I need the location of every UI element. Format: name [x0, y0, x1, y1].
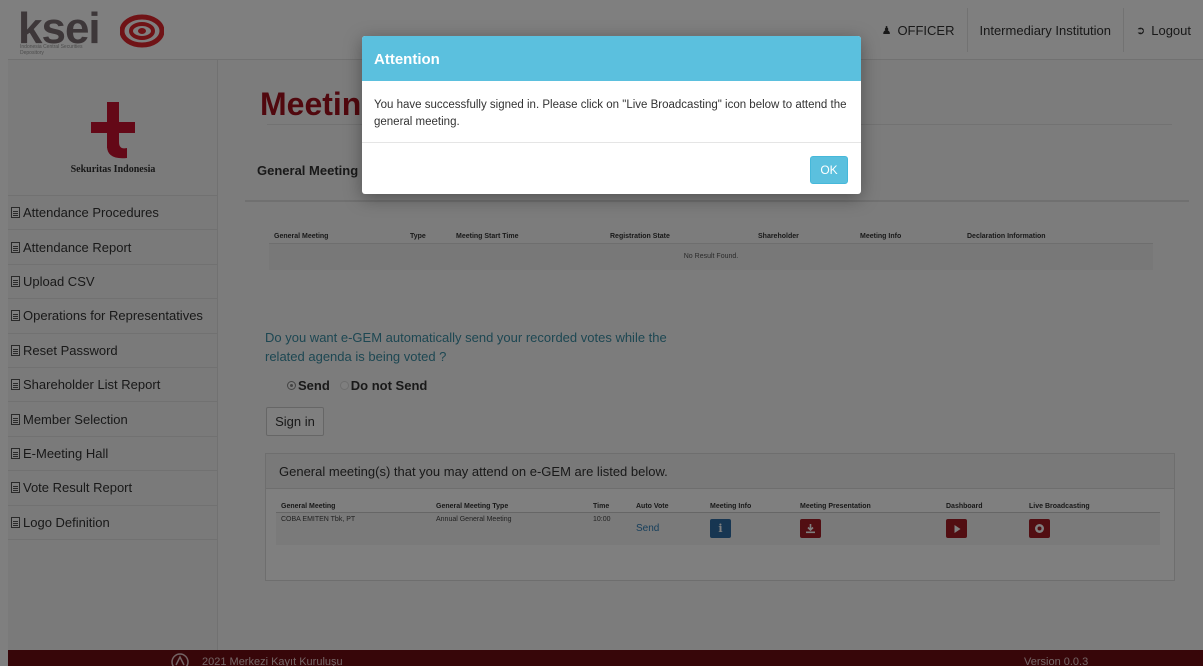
dialog-message: You have successfully signed in. Please …: [362, 81, 861, 143]
dialog-title: Attention: [362, 36, 861, 81]
attention-dialog: Attention You have successfully signed i…: [362, 36, 861, 194]
modal-backdrop[interactable]: Attention You have successfully signed i…: [0, 0, 1203, 666]
ok-button[interactable]: OK: [810, 156, 848, 184]
